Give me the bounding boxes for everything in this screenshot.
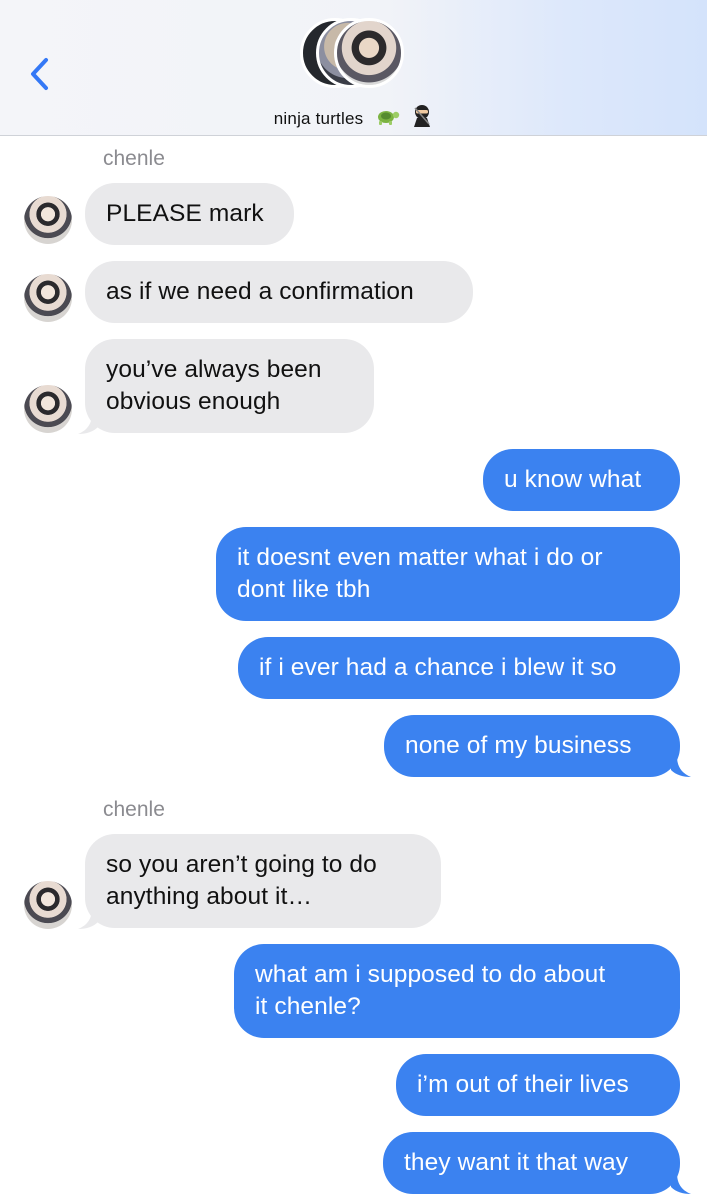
incoming-message-bubble[interactable]: PLEASE mark (85, 183, 294, 245)
messages-screen: ninja turtles chenle PLEASE mark as if w… (0, 0, 707, 1200)
incoming-message-bubble[interactable]: as if we need a confirmation (85, 261, 473, 323)
group-avatar-3 (334, 18, 404, 88)
outgoing-message-bubble[interactable]: u know what (483, 449, 680, 511)
outgoing-message-bubble[interactable]: they want it that way (383, 1132, 680, 1194)
incoming-message-bubble[interactable]: you’ve always been obvious enough (85, 339, 374, 433)
outgoing-message-bubble[interactable]: none of my business (384, 715, 680, 777)
turtle-icon (378, 111, 400, 125)
avatar[interactable] (24, 196, 72, 244)
ninja-icon (414, 105, 431, 127)
group-name: ninja turtles (273, 109, 364, 128)
avatar[interactable] (24, 274, 72, 322)
outgoing-message-bubble[interactable]: it doesnt even matter what i do or dont … (216, 527, 680, 621)
avatar[interactable] (24, 881, 72, 929)
sender-label: chenle (103, 147, 165, 170)
outgoing-message-bubble[interactable]: i’m out of their lives (396, 1054, 680, 1116)
outgoing-message-bubble[interactable]: if i ever had a chance i blew it so (238, 637, 680, 699)
back-button[interactable] (24, 52, 58, 96)
bubble-tail (78, 413, 98, 434)
chevron-left-icon (31, 58, 48, 90)
incoming-message-bubble[interactable]: so you aren’t going to do anything about… (85, 834, 441, 928)
bubble-tail (671, 1173, 691, 1194)
sender-label: chenle (103, 798, 165, 821)
group-avatar-stack[interactable] (300, 18, 410, 94)
avatar[interactable] (24, 385, 72, 433)
outgoing-message-bubble[interactable]: what am i supposed to do about it chenle… (234, 944, 680, 1038)
conversation-header: ninja turtles (0, 0, 707, 136)
group-name-row[interactable]: ninja turtles (0, 104, 707, 129)
bubble-tail (78, 908, 98, 929)
bubble-tail (671, 756, 691, 777)
